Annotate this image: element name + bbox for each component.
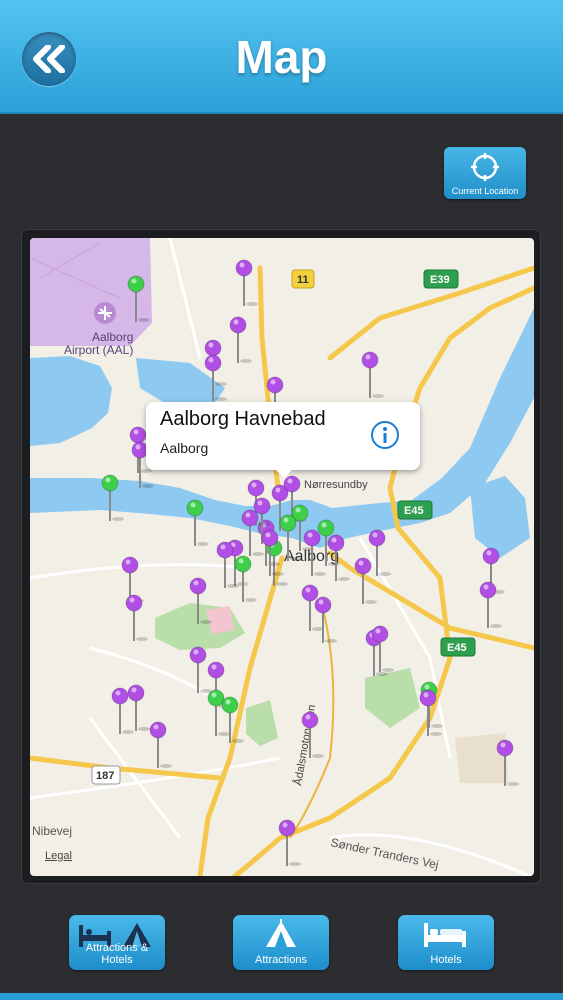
legal-link[interactable]: Legal [45,850,72,862]
attractions-label: Attractions [255,954,307,966]
attraction-pin[interactable] [235,259,258,306]
airport-label-line2: Airport (AAL) [64,343,133,357]
water-west [30,356,112,446]
info-button[interactable] [370,420,400,450]
tent-icon [266,919,296,947]
attraction-pin[interactable] [361,351,384,398]
attraction-pin[interactable] [229,316,252,363]
callout-pointer [274,468,294,478]
map-view[interactable]: Aalborg Airport (AAL) Aalborg Nørresundb… [30,238,534,876]
svg-text:187: 187 [96,770,114,782]
info-icon [371,421,399,449]
bed-icon [424,923,466,947]
callout-subtitle: Aalborg [160,440,209,456]
route-badge-187: 187 [91,765,121,785]
airport-label-line1: Aalborg [92,330,133,344]
header-bar: Map [0,0,563,114]
page-title: Map [235,31,328,83]
park-2 [365,668,420,728]
callout-title: Aalborg Havnebad [160,408,326,430]
park-3 [246,700,278,746]
current-location-label: Current Location [451,186,519,196]
route-badge-e45-south: E45 [440,637,476,657]
hotels-button[interactable]: Hotels [398,915,494,970]
crosshair-icon [471,153,499,181]
hotels-label: Hotels [430,954,462,966]
hotel-pin[interactable] [207,689,230,736]
attraction-pin[interactable] [149,721,172,768]
attractions-hotels-button[interactable]: Attractions & Hotels [69,915,165,970]
pin-callout[interactable]: Aalborg Havnebad Aalborg [146,402,420,478]
svg-text:11: 11 [297,274,309,286]
route-badge-e39: E39 [423,269,459,289]
road-label-nibevej: Nibevej [32,824,72,838]
industrial-area [455,733,508,783]
map-canvas: Aalborg Airport (AAL) Aalborg Nørresundb… [30,238,534,876]
attractions-button[interactable]: Attractions [233,915,329,970]
attraction-pin[interactable] [125,594,148,641]
attraction-pin[interactable] [371,625,394,672]
district-label: Nørresundby [304,479,368,491]
main-roads [30,265,534,876]
attractions-hotels-label: Attractions & Hotels [85,942,149,966]
svg-text:E45: E45 [404,505,424,517]
svg-text:E45: E45 [447,642,467,654]
route-badge-e45-north: E45 [397,500,433,520]
attraction-pin[interactable] [127,684,150,731]
hotel-pin[interactable] [234,555,257,602]
map-frame: Aalborg Airport (AAL) Aalborg Nørresundb… [22,230,540,883]
attraction-pin[interactable] [479,581,502,628]
attraction-pin[interactable] [368,529,391,576]
current-location-button[interactable]: Current Location [444,147,526,199]
route-badge-11: 11 [291,269,315,289]
footer-bar [0,993,563,1000]
svg-text:E39: E39 [430,274,450,286]
water-east-basin [470,476,530,558]
